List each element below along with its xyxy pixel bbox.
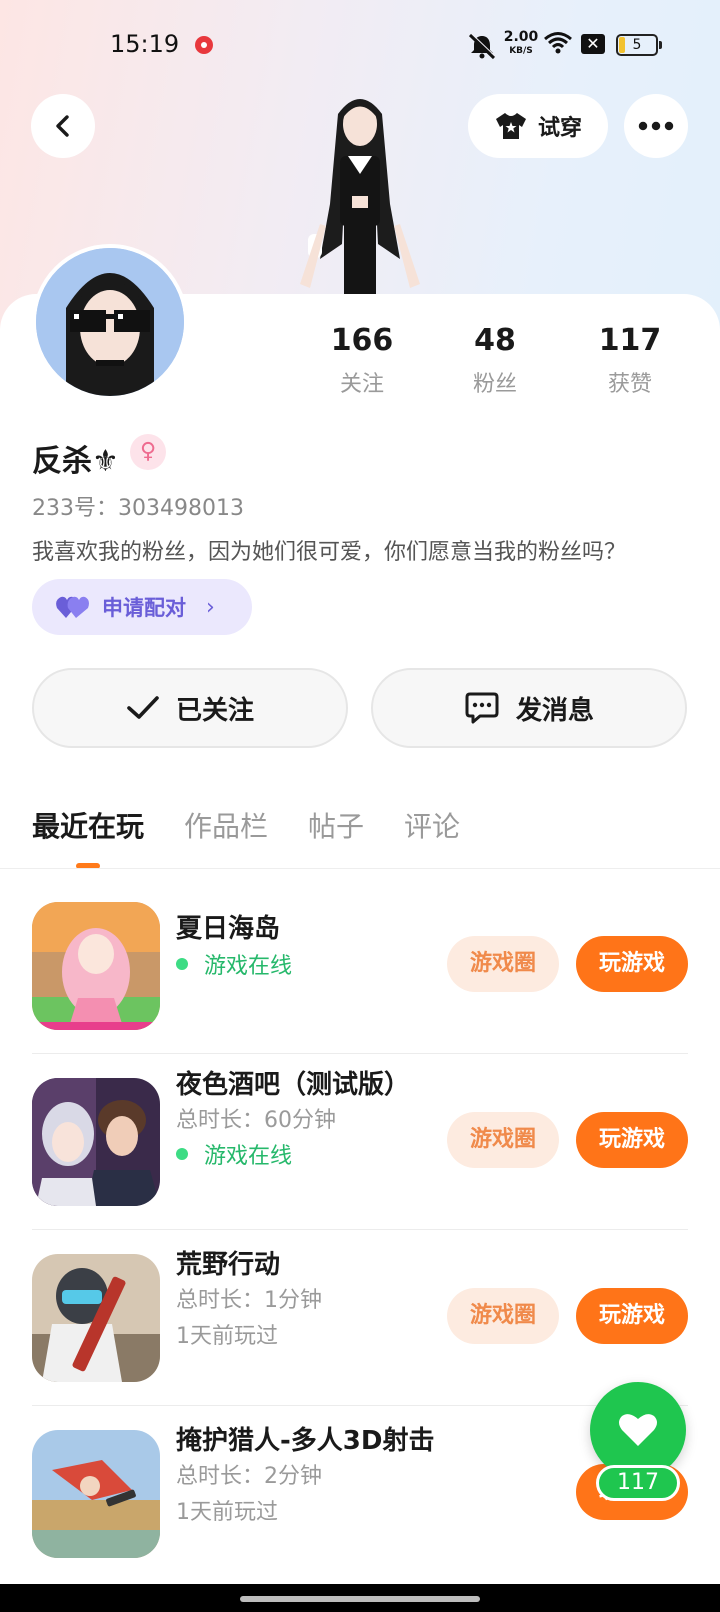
heart-icon <box>619 1414 657 1446</box>
game-duration: 总时长：1分钟 <box>176 1288 322 1313</box>
network-speed: 2.00 KB/S <box>503 30 539 58</box>
request-pair-button[interactable]: 申请配对 › <box>32 579 252 635</box>
avatar[interactable] <box>32 244 188 400</box>
send-message-button[interactable]: 发消息 <box>371 668 687 748</box>
avatar-character-figure <box>280 84 440 299</box>
game-name: 掩护猎人-多人3D射击 <box>176 1426 435 1456</box>
stat-followers[interactable]: 48 粉丝 <box>440 323 550 398</box>
back-button[interactable] <box>31 94 95 158</box>
more-button[interactable] <box>624 94 688 158</box>
speed-unit: KB/S <box>509 46 533 56</box>
wifi-icon <box>544 32 572 54</box>
game-online-status: 游戏在线 <box>176 948 292 980</box>
no-sim-icon: ✕ <box>581 34 605 54</box>
profile-tabs: 最近在玩 作品栏 帖子 评论 <box>32 805 460 869</box>
battery-level: 5 <box>632 37 642 53</box>
play-game-button[interactable]: 玩游戏 <box>576 936 688 992</box>
following-label: 已关注 <box>175 695 254 726</box>
stat-value: 166 <box>330 323 394 358</box>
game-duration: 总时长：2分钟 <box>176 1464 322 1489</box>
game-last-played: 1天前玩过 <box>176 1500 278 1525</box>
tab-comments[interactable]: 评论 <box>404 805 460 845</box>
game-circle-button[interactable]: 游戏圈 <box>447 936 559 992</box>
play-game-button[interactable]: 玩游戏 <box>576 1288 688 1344</box>
battery-indicator: 5 <box>616 34 662 56</box>
status-bar: 15:19 2.00 KB/S ✕ 5 <box>0 0 720 90</box>
game-row[interactable]: 夜色酒吧（测试版） 总时长：60分钟 游戏在线 游戏圈 玩游戏 <box>0 1054 720 1230</box>
speed-value: 2.00 <box>503 29 539 45</box>
check-icon <box>127 696 159 719</box>
system-nav-bar <box>0 1584 720 1612</box>
following-button[interactable]: 已关注 <box>32 668 348 748</box>
try-on-label: 试穿 <box>537 116 582 141</box>
online-status-label: 游戏在线 <box>204 1144 293 1169</box>
stat-label: 粉丝 <box>472 372 517 397</box>
user-bio: 我喜欢我的粉丝，因为她们很可爱，你们愿意当我的粉丝吗？ <box>32 540 627 565</box>
game-name: 夜色酒吧（测试版） <box>176 1070 411 1100</box>
stat-label: 获赞 <box>607 372 652 397</box>
stat-value: 117 <box>598 323 662 358</box>
chevron-right-icon: › <box>206 594 215 620</box>
game-icon-summer-island <box>32 902 160 1030</box>
online-dot-icon <box>176 1148 188 1160</box>
game-duration: 总时长：60分钟 <box>176 1108 336 1133</box>
user-id: 233号：303498013 <box>32 496 244 521</box>
double-heart-icon <box>56 596 89 618</box>
try-on-button[interactable]: 试穿 <box>468 94 608 158</box>
stat-label: 关注 <box>339 372 384 397</box>
status-time: 15:19 <box>110 30 180 58</box>
like-fab[interactable] <box>590 1382 686 1478</box>
game-last-played: 1天前玩过 <box>176 1324 278 1349</box>
username: 反杀⚜ <box>32 444 119 479</box>
game-icon-cover-hunter <box>32 1430 160 1558</box>
game-icon-night-bar <box>32 1078 160 1206</box>
chat-bubble-icon <box>465 692 499 724</box>
screen-record-icon <box>195 36 213 54</box>
send-message-label: 发消息 <box>515 695 594 726</box>
stat-likes[interactable]: 117 获赞 <box>575 323 685 398</box>
game-row[interactable]: 荒野行动 总时长：1分钟 1天前玩过 游戏圈 玩游戏 <box>0 1230 720 1406</box>
tab-posts[interactable]: 帖子 <box>308 805 364 845</box>
more-dots-icon <box>638 121 674 131</box>
tab-works[interactable]: 作品栏 <box>184 805 268 845</box>
mute-icon <box>468 33 496 60</box>
play-game-button[interactable]: 玩游戏 <box>576 1112 688 1168</box>
game-online-status: 游戏在线 <box>176 1138 292 1170</box>
game-row[interactable]: 夏日海岛 游戏在线 游戏圈 玩游戏 <box>0 878 720 1054</box>
game-circle-button[interactable]: 游戏圈 <box>447 1288 559 1344</box>
online-dot-icon <box>176 958 188 970</box>
stat-value: 48 <box>474 323 516 358</box>
game-name: 夏日海岛 <box>176 914 281 944</box>
tshirt-icon <box>495 113 526 139</box>
chevron-left-icon <box>56 115 69 137</box>
female-gender-icon: ♀ <box>130 434 166 470</box>
game-name: 荒野行动 <box>176 1250 281 1280</box>
like-count: 117 <box>596 1465 680 1501</box>
request-pair-label: 申请配对 <box>102 596 186 620</box>
stat-following[interactable]: 166 关注 <box>307 323 417 398</box>
game-icon-knives-out <box>32 1254 160 1382</box>
online-status-label: 游戏在线 <box>204 954 293 979</box>
game-circle-button[interactable]: 游戏圈 <box>447 1112 559 1168</box>
tabs-divider <box>0 868 720 869</box>
home-indicator[interactable] <box>240 1596 480 1602</box>
tab-recently-played[interactable]: 最近在玩 <box>32 805 144 869</box>
